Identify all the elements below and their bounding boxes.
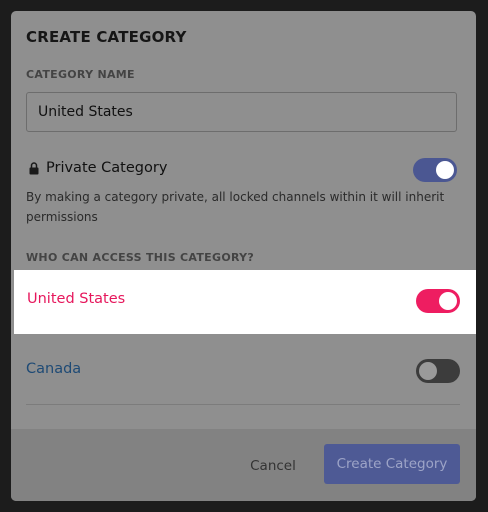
create-category-button[interactable]: Create Category bbox=[324, 444, 460, 484]
role-row-united-states[interactable]: United States bbox=[14, 270, 476, 334]
private-category-description: By making a category private, all locked… bbox=[26, 190, 445, 224]
category-name-label: CATEGORY NAME bbox=[26, 68, 135, 81]
access-section-label: WHO CAN ACCESS THIS CATEGORY? bbox=[26, 251, 255, 264]
dialog-footer: Cancel Create Category bbox=[11, 429, 476, 501]
toggle-knob bbox=[439, 292, 457, 310]
role-row-canada[interactable]: Canada bbox=[26, 351, 461, 391]
private-category-row: Private Category bbox=[26, 156, 461, 184]
private-category-toggle[interactable] bbox=[413, 158, 457, 182]
dialog-title: CREATE CATEGORY bbox=[26, 28, 187, 46]
role-name-canada: Canada bbox=[26, 361, 82, 377]
divider bbox=[26, 404, 460, 405]
category-name-input[interactable] bbox=[26, 92, 457, 132]
cancel-button[interactable]: Cancel bbox=[237, 449, 309, 483]
role-toggle-canada[interactable] bbox=[416, 359, 460, 383]
toggle-knob bbox=[419, 362, 437, 380]
role-toggle-united-states[interactable] bbox=[416, 289, 460, 313]
role-name-united-states: United States bbox=[27, 291, 126, 307]
lock-icon bbox=[29, 162, 39, 175]
private-category-label: Private Category bbox=[46, 160, 168, 176]
create-category-dialog: CREATE CATEGORY CATEGORY NAME Private Ca… bbox=[11, 11, 476, 501]
toggle-knob bbox=[436, 161, 454, 179]
